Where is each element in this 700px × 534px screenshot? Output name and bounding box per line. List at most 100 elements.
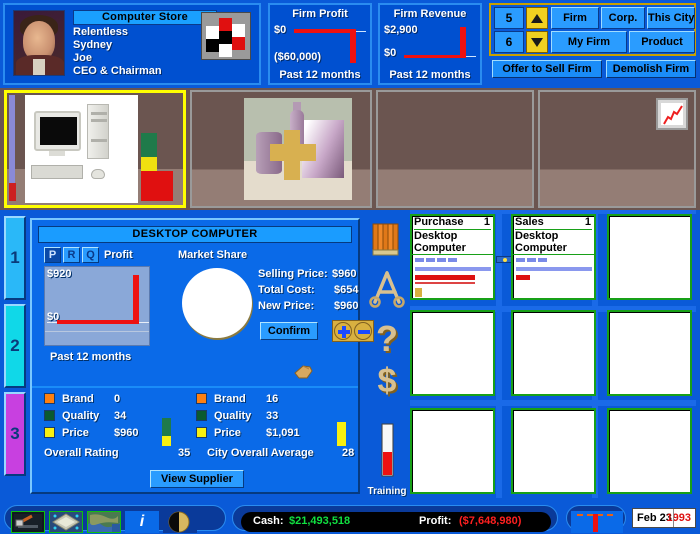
shop-bay-3[interactable]	[376, 90, 534, 208]
firm-details: Relentless Sydney Joe CEO & Chairman	[73, 26, 162, 78]
firm-profit-bottom-value: ($60,000)	[274, 51, 322, 63]
quality-label-right: Quality	[214, 410, 252, 422]
order-cell-6[interactable]	[607, 310, 692, 396]
demolish-firm-button[interactable]: Demolish Firm	[606, 60, 696, 78]
price-swatch-right	[196, 427, 207, 438]
price-increase-button[interactable]	[334, 322, 352, 340]
profit-chart-top-value: $920	[47, 268, 72, 280]
order-cell-5[interactable]	[511, 310, 596, 396]
tool-pod: i	[4, 505, 226, 533]
confirm-button[interactable]: Confirm	[260, 322, 318, 340]
price-label-left: Price	[62, 427, 89, 439]
order-cell-purchase-qty: 1	[483, 216, 490, 228]
sidebar-tab-2-label: 2	[10, 336, 20, 355]
page-number-up[interactable]: 5	[494, 7, 524, 29]
order-cell-purchase-product: Desktop Computer	[414, 230, 466, 254]
brand-label-right: Brand	[214, 393, 246, 405]
speed-pod[interactable]	[566, 505, 626, 533]
shop-bay-2[interactable]	[190, 90, 372, 208]
view-controls-cluster: 5 Firm Corp. This City 6 My Firm Product	[489, 3, 696, 56]
new-price-value: $960	[334, 300, 359, 312]
total-cost-label: Total Cost:	[258, 284, 315, 296]
sidebar-tab-1[interactable]: 1	[4, 216, 26, 300]
info-icon[interactable]: i	[125, 511, 159, 533]
tab-my-firm[interactable]: My Firm	[551, 31, 627, 53]
finance-pod: Cash: $21,493,518 Profit: ($7,648,980)	[232, 505, 558, 532]
shop-bay-4[interactable]	[538, 90, 696, 208]
tab-firm[interactable]: Firm	[551, 7, 599, 29]
offer-to-sell-firm-button[interactable]: Offer to Sell Firm	[492, 60, 602, 78]
order-cell-3[interactable]	[607, 214, 692, 300]
books-icon[interactable]	[366, 220, 408, 265]
firm-name-bar[interactable]: Computer Store	[73, 10, 217, 25]
tab-corp[interactable]: Corp.	[601, 7, 645, 29]
view-supplier-button[interactable]: View Supplier	[150, 470, 244, 488]
wall-chart-picture	[656, 98, 688, 130]
firm-profit-chart: $0 ($60,000)	[274, 24, 366, 65]
brand-value-right: 16	[266, 393, 279, 405]
overall-rating-label: Overall Rating	[44, 447, 119, 459]
order-grid: Purchase 1 Desktop Computer Sales 1 Desk…	[410, 214, 696, 498]
top-status-bar: Computer Store Relentless Sydney Joe CEO…	[0, 0, 700, 88]
main-panel: 1 2 3 DESKTOP COMPUTER P R Q Profit Mark…	[0, 210, 700, 502]
tab-this-city[interactable]: This City	[647, 7, 695, 29]
brand-value-left: 0	[114, 393, 121, 405]
prq-toggle-r[interactable]: R	[63, 247, 80, 263]
firm-profit-top-value: $0	[274, 24, 287, 36]
product-profit-chart: $920 $0	[44, 266, 150, 346]
tab-product[interactable]: Product	[629, 31, 695, 53]
firm-info-panel[interactable]: Computer Store Relentless Sydney Joe CEO…	[3, 3, 261, 85]
sidebar-tab-3-label: 3	[10, 424, 20, 443]
price-value-right: $1,091	[266, 427, 300, 439]
compass-icon[interactable]	[366, 268, 408, 315]
order-cell-sales[interactable]: Sales 1 Desktop Computer	[511, 214, 596, 300]
shop-bay-1[interactable]	[4, 90, 186, 208]
firm-line-4: CEO & Chairman	[73, 65, 162, 77]
prq-toggle-p[interactable]: P	[44, 247, 61, 263]
firm-profit-panel[interactable]: Firm Profit $0 ($60,000) Past 12 months	[268, 3, 372, 85]
desktop-computer-product-image	[25, 95, 138, 203]
game-speed-indicator[interactable]	[571, 511, 623, 533]
page-number-down[interactable]: 6	[494, 31, 524, 53]
scroll-up-button[interactable]	[526, 7, 548, 29]
chevron-up-icon	[531, 13, 543, 23]
order-cell-8[interactable]	[511, 408, 596, 494]
sidebar-tab-2[interactable]: 2	[4, 304, 26, 388]
rating-bar-left-yellow	[162, 436, 171, 446]
order-cell-9[interactable]	[607, 408, 692, 494]
quality-swatch-right	[196, 410, 207, 421]
firm-profit-title: Firm Profit	[292, 8, 348, 20]
cash-label: Cash:	[253, 515, 284, 527]
overall-rating-value: 35	[178, 447, 191, 459]
profit-value: ($7,648,980)	[459, 515, 522, 527]
training-gauge-icon[interactable]	[366, 422, 408, 483]
order-cell-purchase[interactable]: Purchase 1 Desktop Computer	[410, 214, 495, 300]
order-cell-4[interactable]	[410, 310, 495, 396]
prq-toggle-q[interactable]: Q	[82, 247, 99, 263]
game-window: Computer Store Relentless Sydney Joe CEO…	[0, 0, 700, 534]
order-cell-sales-product-line2: Computer	[515, 242, 567, 254]
rating-bar-left-green	[162, 418, 171, 436]
dollar-icon[interactable]: $	[366, 362, 408, 401]
back-dial-icon[interactable]	[163, 511, 197, 533]
product-detail-panel: DESKTOP COMPUTER P R Q Profit Market Sha…	[30, 218, 374, 494]
question-icon[interactable]: ?	[366, 318, 408, 360]
bay-wall	[378, 92, 532, 206]
firm-revenue-panel[interactable]: Firm Revenue $2,900 $0 Past 12 months	[378, 3, 482, 85]
sidebar-tab-3[interactable]: 3	[4, 392, 26, 476]
scroll-down-button[interactable]	[526, 31, 548, 53]
firm-logo	[201, 12, 251, 60]
market-share-pie	[182, 268, 252, 338]
training-label: Training	[367, 486, 407, 497]
city-map-icon[interactable]	[49, 511, 83, 533]
build-hammer-icon[interactable]	[11, 511, 45, 533]
profit-label: Profit:	[419, 515, 452, 527]
selling-price-label: Selling Price:	[258, 268, 328, 280]
order-cell-7[interactable]	[410, 408, 495, 494]
game-date[interactable]: Feb 23 1993	[632, 508, 696, 528]
ceo-portrait	[13, 10, 65, 76]
firm-profit-footer: Past 12 months	[279, 69, 361, 81]
world-map-icon[interactable]	[87, 511, 121, 533]
profit-chart-label: Profit	[104, 249, 133, 261]
order-cell-sales-qty: 1	[584, 216, 591, 228]
